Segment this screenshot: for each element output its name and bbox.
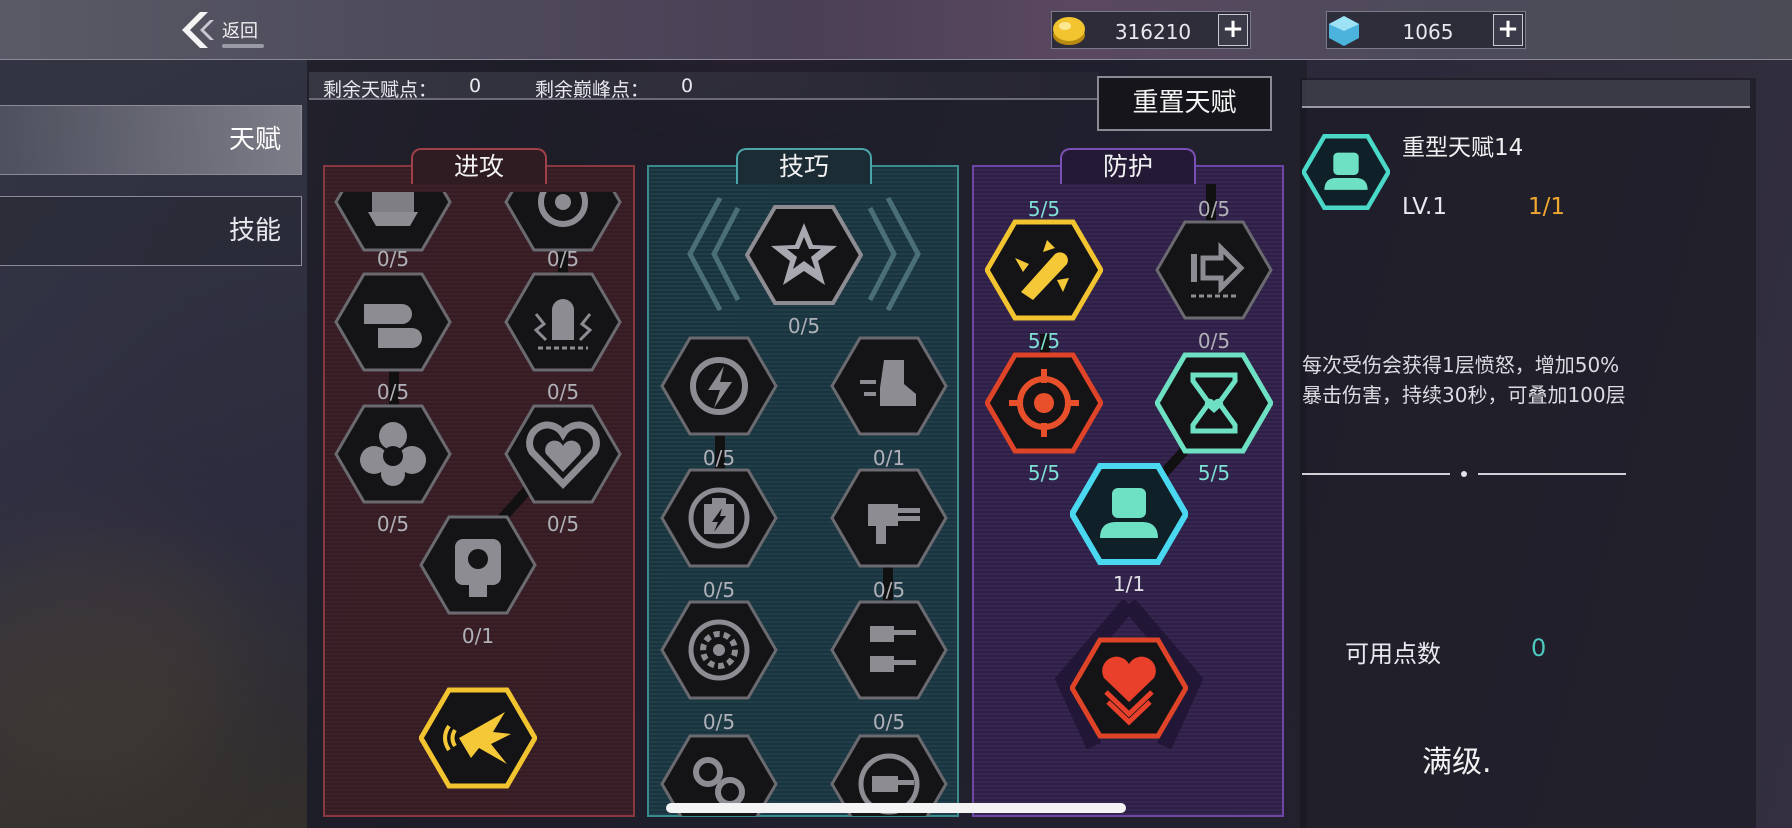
node-count: 5/5: [1027, 329, 1061, 353]
gold-coin-icon: [1053, 17, 1085, 45]
heavy-bust-icon[interactable]: [1070, 462, 1188, 566]
heavy-talent-icon: [1302, 133, 1390, 211]
node-count: 0/5: [546, 380, 580, 404]
lightning-bullet-icon[interactable]: [504, 270, 622, 374]
gem-plus-button[interactable]: +: [1493, 14, 1523, 46]
node-count: 0/1: [461, 624, 495, 648]
forward-arrow-icon[interactable]: [1155, 218, 1273, 322]
talent-points-value: 0: [469, 75, 482, 97]
attack-tab: 进攻: [411, 148, 547, 184]
gold-counter: 316210 +: [1051, 11, 1251, 49]
reset-talent-button[interactable]: 重置天赋: [1097, 76, 1272, 131]
skill-tab: 技巧: [736, 148, 872, 184]
node-count: 0/5: [376, 247, 410, 271]
gold-value: 316210: [1114, 20, 1192, 44]
info-header: [1302, 80, 1750, 108]
home-indicator[interactable]: [666, 803, 1126, 813]
nav-tab-talent[interactable]: 天赋: [0, 105, 302, 175]
gem-value: 1065: [1402, 20, 1454, 44]
dash-boot-icon[interactable]: [830, 334, 948, 438]
node-count: 0/5: [1197, 329, 1231, 353]
talent-name: 重型天赋14: [1402, 135, 1524, 161]
gold-plus-button[interactable]: +: [1218, 14, 1248, 46]
peak-points-label: 剩余巅峰点：: [535, 79, 650, 101]
node-count: 0/5: [702, 710, 736, 734]
back-button[interactable]: 返回: [178, 8, 298, 52]
star-icon[interactable]: [745, 203, 863, 307]
twin-cannon-icon[interactable]: [830, 598, 948, 702]
missile-burst-icon[interactable]: [985, 218, 1103, 322]
battery-refresh-icon[interactable]: [660, 466, 778, 570]
available-points-label: 可用点数: [1345, 640, 1441, 668]
gear-cluster-icon[interactable]: [660, 732, 778, 828]
nav-tab-skill[interactable]: 技能: [0, 196, 302, 266]
heart-shield-icon[interactable]: [504, 402, 622, 506]
divider: [1302, 473, 1450, 475]
layered-heart-icon[interactable]: [1070, 636, 1188, 740]
left-nav: 天赋 技能: [0, 60, 307, 828]
node-count: 0/5: [872, 710, 906, 734]
divider-dot: [1461, 471, 1467, 477]
available-points-value: 0: [1531, 634, 1547, 662]
blue-gem-icon: [1329, 16, 1359, 46]
back-arrow-icon: [182, 12, 214, 48]
peak-points-value: 0: [681, 75, 694, 97]
back-label: 返回: [222, 21, 258, 42]
lightning-refresh-icon[interactable]: [660, 334, 778, 438]
cannon-refresh-icon[interactable]: [830, 732, 948, 828]
leaf-cluster-icon[interactable]: [334, 402, 452, 506]
twin-bullet-icon[interactable]: [334, 270, 452, 374]
defense-tab: 防护: [1060, 148, 1196, 184]
target-scope-icon[interactable]: [419, 513, 537, 617]
max-level-label: 满级.: [1422, 745, 1492, 780]
burst-blast-icon[interactable]: [419, 686, 537, 790]
talent-description: 每次受伤会获得1层愤怒，增加50%暴击伤害，持续30秒，可叠加100层: [1302, 353, 1626, 407]
node-count: 1/1: [1112, 572, 1146, 596]
node-count: 0/5: [376, 380, 410, 404]
gatling-gun-icon[interactable]: [830, 466, 948, 570]
gear-shield-icon[interactable]: [660, 598, 778, 702]
talent-level: LV.1: [1402, 194, 1448, 220]
talent-progress: 1/1: [1528, 194, 1566, 220]
hourglass-heart-icon[interactable]: [1155, 351, 1273, 455]
crosshair-icon[interactable]: [985, 351, 1103, 455]
divider: [1478, 473, 1626, 475]
node-count: 0/5: [546, 247, 580, 271]
back-underline: [222, 44, 264, 48]
points-bar: 剩余天赋点： 0 剩余巅峰点： 0: [309, 72, 1099, 101]
gem-counter: 1065 +: [1326, 11, 1526, 49]
talent-points-label: 剩余天赋点：: [323, 79, 438, 101]
